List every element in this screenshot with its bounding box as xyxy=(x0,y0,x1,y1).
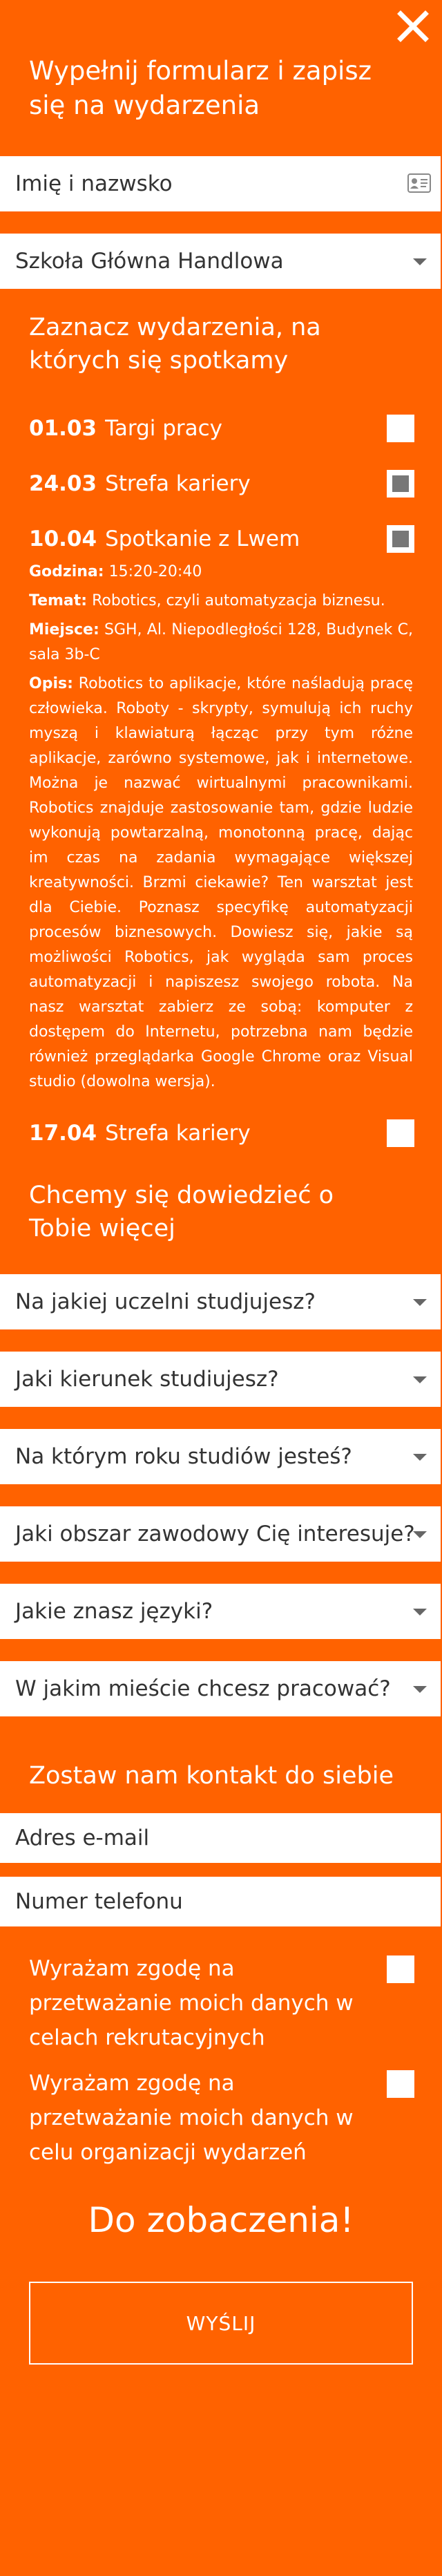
event-item: 17.04 Strefa kariery xyxy=(0,1119,442,1147)
topic-value: Robotics, czyli automatyzacja biznesu. xyxy=(92,592,385,609)
chevron-down-icon xyxy=(413,1299,427,1306)
phone-field-wrapper xyxy=(0,1877,441,1926)
phone-input[interactable] xyxy=(15,1889,374,1914)
event-item: 24.03 Strefa kariery xyxy=(0,470,442,498)
chevron-down-icon xyxy=(413,258,427,265)
event-name: Strefa kariery xyxy=(105,1121,251,1146)
event-date: 17.04 xyxy=(29,1121,97,1146)
event-checkbox[interactable] xyxy=(387,525,414,553)
event-item: 01.03 Targi pracy xyxy=(0,415,442,442)
consent-checkbox[interactable] xyxy=(387,1955,414,1983)
description-label: Opis: xyxy=(29,675,73,692)
chevron-down-icon xyxy=(413,1376,427,1383)
consent-text: Wyrażam zgodę na przetważanie moich dany… xyxy=(29,1956,354,2050)
event-checkbox[interactable] xyxy=(387,415,414,442)
select-value: Jakie znasz języki? xyxy=(15,1599,213,1624)
field-of-study-select[interactable]: Jaki kierunek studiujesz? xyxy=(0,1352,441,1407)
submit-button[interactable]: WYŚLIJ xyxy=(29,2282,413,2365)
school-select-value: Szkoła Główna Handlowa xyxy=(15,249,284,274)
select-value: Na którym roku studiów jesteś? xyxy=(15,1444,352,1469)
email-field-wrapper xyxy=(0,1813,441,1863)
event-name: Targi pracy xyxy=(105,416,223,441)
year-of-study-select[interactable]: Na którym roku studiów jesteś? xyxy=(0,1429,441,1484)
close-icon xyxy=(397,10,429,42)
consent-checkbox[interactable] xyxy=(387,2070,414,2098)
topic-label: Temat: xyxy=(29,592,88,609)
page-title: Wypełnij formularz i zapisz się na wydar… xyxy=(29,56,372,120)
event-checkbox[interactable] xyxy=(387,1119,414,1147)
consent-recruitment: Wyrażam zgodę na przetważanie moich dany… xyxy=(0,1951,442,2055)
event-item: 10.04 Spotkanie z Lwem xyxy=(0,525,442,553)
place-label: Miejsce: xyxy=(29,621,99,638)
select-value: W jakim mieście chcesz pracować? xyxy=(15,1676,391,1701)
farewell-text: Do zobaczenia! xyxy=(88,2200,354,2240)
chevron-down-icon xyxy=(413,1531,427,1538)
languages-select[interactable]: Jakie znasz języki? xyxy=(0,1584,441,1639)
close-button[interactable] xyxy=(392,6,434,47)
city-select[interactable]: W jakim mieście chcesz pracować? xyxy=(0,1661,441,1716)
chevron-down-icon xyxy=(413,1454,427,1461)
name-input[interactable] xyxy=(15,171,374,196)
contact-section-title: Zostaw nam kontakt do siebie xyxy=(29,1762,394,1790)
university-select[interactable]: Na jakiej uczelni studjujesz? xyxy=(0,1274,441,1329)
event-checkbox[interactable] xyxy=(387,470,414,498)
select-value: Jaki kierunek studiujesz? xyxy=(15,1367,279,1392)
event-date: 01.03 xyxy=(29,416,97,441)
event-date: 10.04 xyxy=(29,527,97,551)
time-label: Godzina: xyxy=(29,563,104,580)
chevron-down-icon xyxy=(413,1609,427,1616)
event-details: Godzina: 15:20-20:40 Temat: Robotics, cz… xyxy=(0,560,442,1095)
event-date: 24.03 xyxy=(29,471,97,496)
chevron-down-icon xyxy=(413,1686,427,1693)
name-field-wrapper xyxy=(0,156,441,211)
contact-card-icon xyxy=(407,173,431,198)
email-input[interactable] xyxy=(15,1826,374,1850)
description-value: Robotics to aplikacje, które naśladują p… xyxy=(29,675,413,1090)
event-name: Strefa kariery xyxy=(105,471,251,496)
consent-text: Wyrażam zgodę na przetważanie moich dany… xyxy=(29,2071,354,2165)
select-value: Na jakiej uczelni studjujesz? xyxy=(15,1289,316,1314)
time-value: 15:20-20:40 xyxy=(108,563,202,580)
select-value: Jaki obszar zawodowy Cię interesuje? xyxy=(15,1522,415,1546)
about-section-title: Chcemy się dowiedzieć o Tobie więcej xyxy=(29,1182,334,1242)
event-name: Spotkanie z Lwem xyxy=(105,527,300,551)
consent-events: Wyrażam zgodę na przetważanie moich dany… xyxy=(0,2066,442,2170)
professional-area-select[interactable]: Jaki obszar zawodowy Cię interesuje? xyxy=(0,1506,441,1562)
school-select[interactable]: Szkoła Główna Handlowa xyxy=(0,234,441,289)
events-section-title: Zaznacz wydarzenia, na których się spotk… xyxy=(29,314,321,375)
